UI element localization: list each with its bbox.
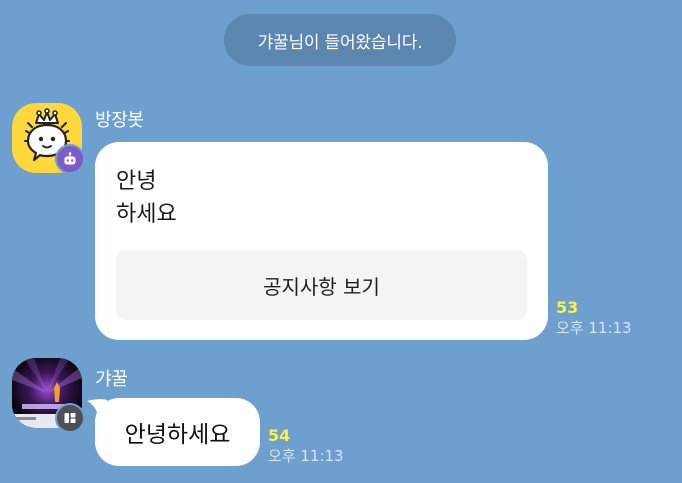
view-notice-button-label: 공지사항 보기 (263, 274, 380, 299)
user-message-text: 안녕하세요 (124, 422, 231, 448)
view-notice-button[interactable]: 공지사항 보기 (116, 250, 527, 320)
bot-message-line: 안녕 (116, 169, 157, 194)
system-join-notice: 갸꿀님이 들어왔습니다. (224, 14, 456, 66)
system-notice-text: 갸꿀님이 들어왔습니다. (257, 32, 423, 53)
robot-icon (64, 152, 76, 165)
sender-name: 갸꿀 (95, 369, 128, 390)
bot-message-text: 안녕 하세요 (116, 165, 177, 231)
bot-badge (55, 144, 85, 174)
bot-message-line: 하세요 (116, 202, 177, 227)
bot-message-card[interactable]: 안녕 하세요 공지사항 보기 (95, 142, 548, 340)
message-meta: 53 오후 11:13 (556, 298, 632, 338)
message-meta: 54 오후 11:13 (268, 426, 344, 466)
sender-name: 방장봇 (95, 110, 144, 131)
user-badge (55, 403, 85, 433)
user-message-bubble[interactable]: 안녕하세요 (95, 398, 260, 466)
message-time: 오후 11:13 (268, 447, 344, 465)
open-profile-icon (64, 413, 76, 423)
message-time: 오후 11:13 (556, 319, 632, 337)
unread-count: 54 (268, 426, 291, 445)
unread-count: 53 (556, 298, 579, 317)
